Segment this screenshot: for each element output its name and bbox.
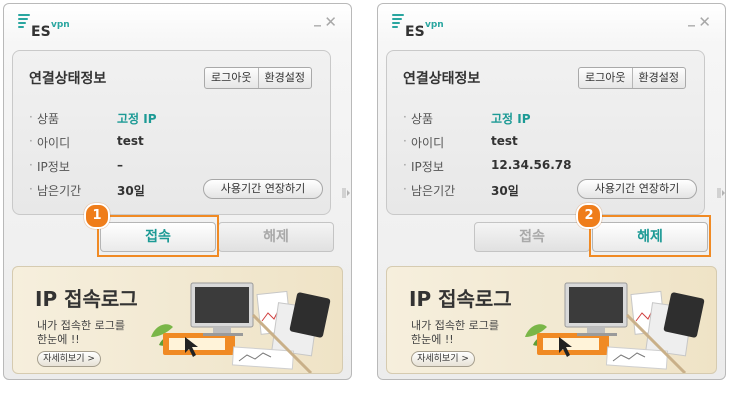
- product-value: 고정 IP: [491, 112, 531, 126]
- highlight-box: [97, 215, 219, 257]
- ip-log-banner[interactable]: IP 접속로그 내가 접속한 로그를 한눈에 !! 자세히보기 >: [12, 266, 343, 374]
- panel-button-group: 로그아웃 환경설정: [204, 67, 312, 89]
- side-expand-icon[interactable]: [717, 186, 725, 200]
- side-expand-icon[interactable]: [342, 186, 350, 200]
- logo-text: ES: [405, 24, 425, 40]
- minimize-icon[interactable]: _: [688, 12, 695, 26]
- logout-button[interactable]: 로그아웃: [579, 68, 631, 88]
- panel-title: 연결상태정보: [29, 71, 107, 87]
- product-value: 고정 IP: [117, 112, 157, 126]
- es-vpn-logo: ES vpn: [18, 12, 78, 40]
- settings-button[interactable]: 환경설정: [257, 68, 311, 88]
- extend-period-button[interactable]: 사용기간 연장하기: [577, 179, 697, 199]
- es-vpn-logo: ES vpn: [392, 12, 452, 40]
- log-illustration-icon: [525, 282, 705, 373]
- ip-value: 12.34.56.78: [491, 158, 572, 172]
- minimize-icon[interactable]: _: [314, 12, 321, 26]
- id-label: 아이디: [411, 136, 445, 150]
- logo-text: ES: [31, 24, 51, 40]
- product-label: 상품: [37, 112, 60, 126]
- remaining-value: 30일: [491, 184, 519, 198]
- remaining-label: 남은기간: [37, 184, 82, 198]
- close-icon[interactable]: ✕: [698, 15, 711, 30]
- banner-title: IP 접속로그: [35, 287, 138, 311]
- banner-subtitle-2: 한눈에 !!: [411, 333, 454, 346]
- panel-title: 연결상태정보: [403, 71, 481, 87]
- remaining-value: 30일: [117, 184, 145, 198]
- log-illustration-icon: [151, 282, 331, 373]
- remaining-row: · 남은기간 30일 사용기간 연장하기: [403, 179, 699, 199]
- highlight-box: [589, 215, 711, 257]
- vpn-window-step-1: ES vpn _ ✕ 연결상태정보 로그아웃 환경설정 · 상품 고정 IP ·…: [3, 3, 352, 380]
- product-label: 상품: [411, 112, 434, 126]
- id-label: 아이디: [37, 136, 71, 150]
- banner-title: IP 접속로그: [409, 287, 512, 311]
- connect-button[interactable]: 접속: [474, 222, 590, 252]
- disconnect-button[interactable]: 해제: [218, 222, 334, 252]
- vpn-window-step-2: ES vpn _ ✕ 연결상태정보 로그아웃 환경설정 · 상품 고정 IP ·…: [377, 3, 726, 380]
- connection-info-panel: 연결상태정보 로그아웃 환경설정 · 상품 고정 IP · 아이디 test ·…: [12, 50, 331, 215]
- ip-log-banner[interactable]: IP 접속로그 내가 접속한 로그를 한눈에 !! 자세히보기 >: [386, 266, 717, 374]
- ip-value: –: [117, 158, 123, 172]
- step-badge: 2: [576, 203, 602, 229]
- ip-label: IP정보: [411, 160, 444, 174]
- close-icon[interactable]: ✕: [324, 15, 337, 30]
- id-value: test: [491, 134, 518, 148]
- logo-sub-text: vpn: [51, 20, 70, 30]
- ip-label: IP정보: [37, 160, 70, 174]
- detail-button[interactable]: 자세히보기 >: [411, 351, 475, 367]
- remaining-row: · 남은기간 30일 사용기간 연장하기: [29, 179, 325, 199]
- id-value: test: [117, 134, 144, 148]
- panel-button-group: 로그아웃 환경설정: [578, 67, 686, 89]
- step-badge: 1: [84, 203, 110, 229]
- logout-button[interactable]: 로그아웃: [205, 68, 257, 88]
- banner-subtitle-2: 한눈에 !!: [37, 333, 80, 346]
- extend-period-button[interactable]: 사용기간 연장하기: [203, 179, 323, 199]
- detail-button[interactable]: 자세히보기 >: [37, 351, 101, 367]
- connection-info-panel: 연결상태정보 로그아웃 환경설정 · 상품 고정 IP · 아이디 test ·…: [386, 50, 705, 215]
- settings-button[interactable]: 환경설정: [631, 68, 685, 88]
- logo-sub-text: vpn: [425, 20, 444, 30]
- remaining-label: 남은기간: [411, 184, 456, 198]
